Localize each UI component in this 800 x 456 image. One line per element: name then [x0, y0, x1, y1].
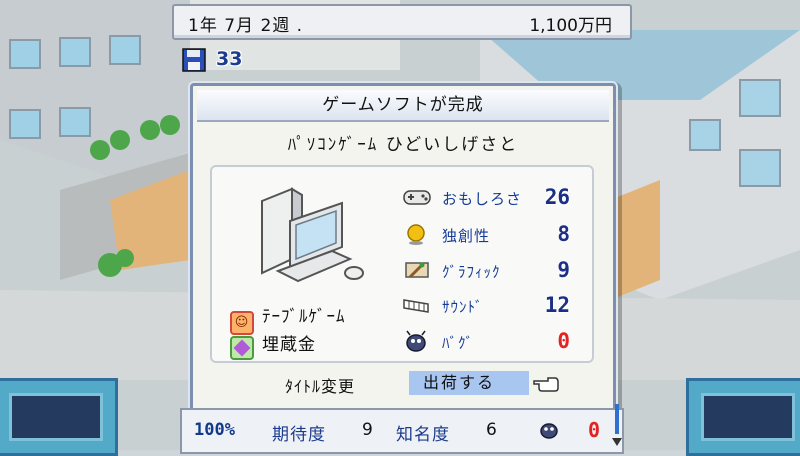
stat-value: 8 — [557, 222, 570, 246]
stat-value: 12 — [544, 293, 570, 317]
funds: 1,100万円 — [529, 16, 612, 36]
game-title: ﾊﾟｿｺﾝｹﾞｰﾑ ひどいしげさと — [287, 135, 519, 155]
personal-computer-icon — [261, 187, 364, 283]
dialog-actions: ﾀｲﾄﾙ変更 出荷する — [193, 370, 613, 396]
stat-sound: ｻｳﾝﾄﾞ 12 — [402, 293, 582, 319]
dev-status-bar: 100% 期待度 9 知名度 6 0 — [180, 408, 624, 454]
ship-button[interactable]: 出荷する — [409, 371, 529, 395]
stat-bugs: ﾊﾞｸﾞ 0 — [402, 329, 582, 355]
fame-value: 6 — [486, 420, 497, 440]
pointing-hand-icon — [533, 377, 559, 392]
cube-icon — [230, 336, 254, 360]
stat-value: 0 — [557, 329, 570, 353]
expectation-label: 期待度 — [272, 425, 326, 445]
rename-title-button[interactable]: ﾀｲﾄﾙ変更 — [285, 373, 355, 397]
stat-label: 独創性 — [442, 227, 491, 245]
stat-graphics: ｸﾞﾗﾌｨｯｸ 9 — [402, 258, 582, 284]
progress-percent: 100% — [194, 420, 235, 440]
fame-label: 知名度 — [396, 425, 450, 445]
game-date: 1年 7月 2週 . — [188, 16, 304, 36]
bug-count: 0 — [588, 418, 601, 442]
floppy-count: 33 — [216, 48, 243, 70]
status-bar: 1年 7月 2週 . 1,100万円 — [172, 4, 632, 40]
stat-label: ｸﾞﾗﾌｨｯｸ — [442, 263, 501, 281]
gamepad-icon — [403, 190, 431, 205]
stat-creativity: 独創性 8 — [402, 222, 582, 248]
gold-orb-icon — [407, 224, 425, 245]
theme-label: 埋蔵金 — [262, 335, 316, 355]
game-info-panel: ☺ ﾃｰﾌﾞﾙｹﾞｰﾑ 埋蔵金 おもしろさ 26 独創性 8 ｸﾞﾗﾌｨｯｸ 9 … — [210, 165, 594, 363]
stat-label: ﾊﾞｸﾞ — [442, 334, 475, 352]
genre-label: ﾃｰﾌﾞﾙｹﾞｰﾑ — [262, 307, 346, 327]
right-menu-panel[interactable] — [686, 378, 800, 456]
left-menu-panel[interactable] — [0, 378, 118, 456]
bug-icon — [406, 330, 426, 352]
game-completed-dialog: ゲームソフトが完成 ﾊﾟｿｺﾝｹﾞｰﾑ ひどいしげさと ☺ ﾃｰﾌﾞﾙｹﾞｰﾑ 埋… — [190, 83, 616, 413]
paint-brush-icon — [405, 262, 429, 279]
dialog-title: ゲームソフトが完成 — [197, 90, 609, 122]
floppy-disk-icon — [182, 48, 206, 72]
stat-value: 26 — [544, 185, 570, 209]
stat-fun: おもしろさ 26 — [402, 185, 582, 211]
expectation-value: 9 — [362, 420, 373, 440]
keyboard-instrument-icon — [403, 299, 429, 313]
stat-label: ｻｳﾝﾄﾞ — [442, 298, 484, 316]
stat-value: 9 — [557, 258, 570, 282]
scroll-indicator[interactable] — [612, 404, 622, 450]
stat-label: おもしろさ — [442, 190, 523, 208]
bug-icon — [540, 423, 558, 439]
theme-row: 埋蔵金 — [230, 330, 316, 360]
